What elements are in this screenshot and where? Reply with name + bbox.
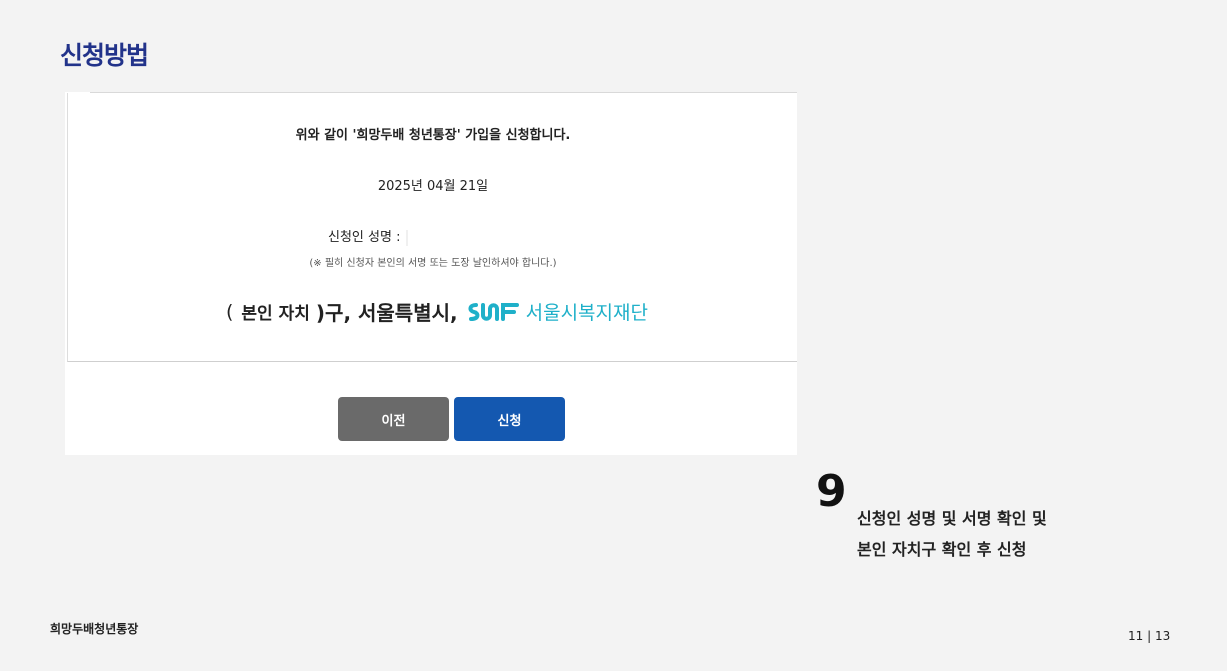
region-open-paren: ( [226,300,234,323]
swf-logo-icon [468,302,519,321]
step-number: 9 [816,466,847,517]
page-number: 11 | 13 [1128,629,1171,643]
region-line: ( 본인 자치 )구, 서울특별시, 서울시복지재단 [226,297,648,326]
swf-logo-text: 서울시복지재단 [525,302,648,324]
submit-button[interactable]: 신청 [454,397,565,441]
step-description: 신청인 성명 및 서명 확인 및 본인 자치구 확인 후 신청 [857,503,1107,565]
swf-logo: 서울시복지재단 [466,298,648,325]
step-description-line-1: 신청인 성명 및 서명 확인 및 [857,509,1047,528]
prev-button[interactable]: 이전 [338,397,449,441]
district-select[interactable]: 본인 자치 [241,299,309,324]
footer-title: 희망두배청년통장 [50,622,139,636]
step-description-line-2: 본인 자치구 확인 후 신청 [857,540,1027,559]
region-suffix: )구, 서울특별시, [315,301,458,325]
signature-field[interactable] [406,229,409,246]
form-box: 위와 같이 '희망두배 청년통장' 가입을 신청합니다. 2025년 04월 2… [67,93,797,362]
signature-note: (※ 필히 신청자 본인의 서명 또는 도장 날인하셔야 합니다.) [309,258,557,269]
application-date: 2025년 04월 21일 [377,179,489,194]
application-form-panel: 위와 같이 '희망두배 청년통장' 가입을 신청합니다. 2025년 04월 2… [65,92,797,455]
applicant-name-row: 신청인 성명 : [328,226,409,246]
page-title: 신청방법 [60,41,149,70]
applicant-name-label: 신청인 성명 : [328,230,401,245]
statement-text: 위와 같이 '희망두배 청년통장' 가입을 신청합니다. [295,128,571,143]
